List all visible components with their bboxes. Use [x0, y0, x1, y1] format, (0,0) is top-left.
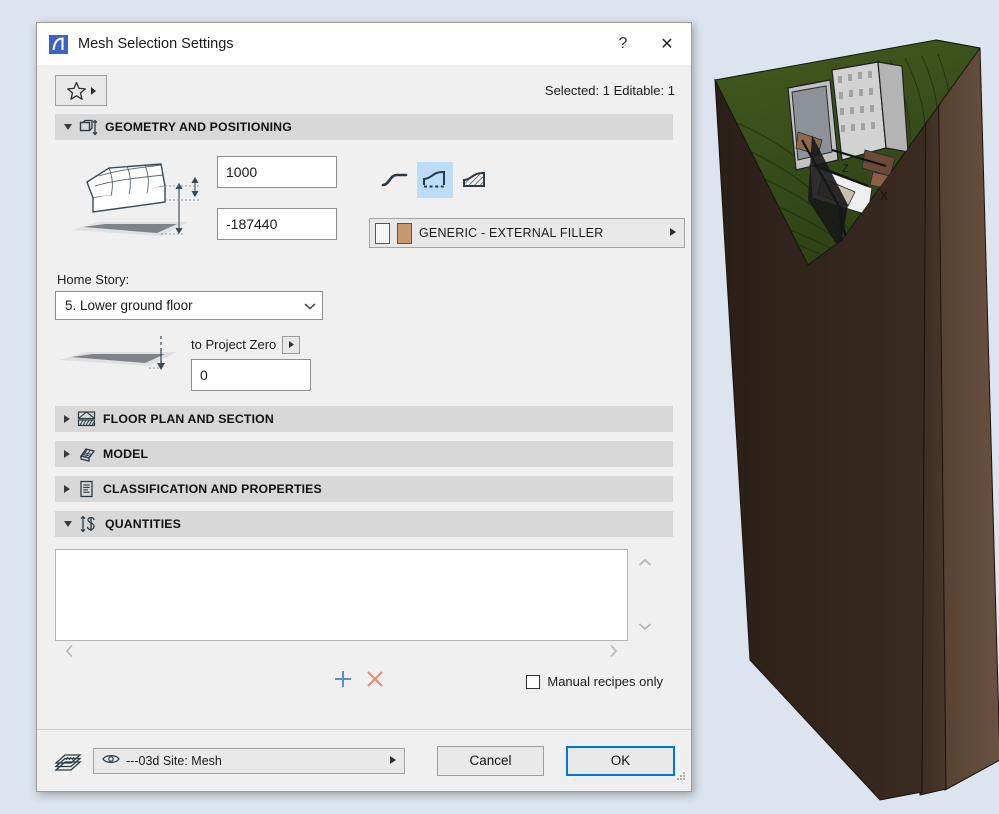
mesh-type-hatched-button[interactable] [457, 162, 493, 198]
chevron-left-icon[interactable] [65, 644, 74, 663]
triangle-down-icon [64, 124, 72, 130]
layers-icon[interactable] [53, 749, 83, 773]
quantities-vertical-scroll[interactable] [628, 549, 662, 641]
section-header-model[interactable]: MODEL [55, 441, 673, 467]
triangle-right-icon [669, 224, 677, 242]
chevron-down-icon [304, 298, 316, 313]
quantities-icon [79, 515, 98, 534]
layer-value: ---03d Site: Mesh [126, 754, 222, 768]
axis-label-x: X [880, 189, 888, 203]
home-story-value: 5. Lower ground floor [65, 298, 193, 313]
dialog-footer: ---03d Site: Mesh Cancel OK [37, 729, 691, 791]
dialog-title: Mesh Selection Settings [78, 36, 601, 52]
home-story-label: Home Story: [57, 272, 345, 287]
material-selector[interactable]: GENERIC - EXTERNAL FILLER [369, 218, 685, 248]
project-zero-row: to Project Zero [55, 334, 345, 392]
manual-recipes-label: Manual recipes only [547, 674, 663, 689]
remove-recipe-button[interactable] [365, 669, 385, 694]
selection-status: Selected: 1 Editable: 1 [545, 83, 675, 98]
material-swatch-pattern [375, 223, 390, 244]
chevron-right-icon[interactable] [609, 644, 618, 663]
triangle-right-icon [64, 485, 70, 493]
material-swatch-fill [397, 223, 412, 244]
mesh-type-toolbar [377, 162, 685, 198]
section-title-quantities: QUANTITIES [105, 517, 181, 531]
model-icon [77, 445, 96, 464]
mesh-thickness-input[interactable] [217, 156, 337, 188]
chevron-right-icon [90, 86, 97, 96]
mesh-selection-settings-dialog: Mesh Selection Settings ? ✕ Selected: 1 … [36, 22, 692, 792]
triangle-right-icon [389, 754, 397, 768]
geometry-positioning-icon [79, 118, 98, 137]
3d-model-scene: X Z [690, 0, 999, 814]
project-zero-label: to Project Zero [191, 337, 276, 352]
axis-label-z: Z [842, 163, 849, 175]
section-title-geometry: GEOMETRY AND POSITIONING [105, 120, 292, 134]
layer-selector[interactable]: ---03d Site: Mesh [93, 748, 405, 774]
help-button[interactable]: ? [601, 24, 645, 65]
geometry-fields [217, 156, 345, 240]
quantities-horizontal-scroll[interactable] [55, 641, 628, 665]
favorites-row: Selected: 1 Editable: 1 [37, 65, 691, 114]
triangle-down-icon [64, 521, 72, 527]
mesh-type-curve-button[interactable] [377, 162, 413, 198]
project-zero-options-button[interactable] [282, 336, 300, 354]
chevron-down-icon[interactable] [638, 618, 652, 636]
home-story-select[interactable]: 5. Lower ground floor [55, 291, 323, 320]
chevron-up-icon[interactable] [638, 554, 652, 572]
section-header-classification[interactable]: CLASSIFICATION AND PROPERTIES [55, 476, 673, 502]
section-title-floor-plan: FLOOR PLAN AND SECTION [103, 412, 274, 426]
favorites-button[interactable] [55, 75, 107, 106]
manual-recipes-row[interactable]: Manual recipes only [526, 674, 673, 689]
material-name: GENERIC - EXTERNAL FILLER [419, 226, 603, 240]
floor-plan-section-icon [77, 410, 96, 429]
quantities-list[interactable] [55, 549, 628, 641]
project-zero-input[interactable] [191, 359, 311, 391]
manual-recipes-checkbox[interactable] [526, 675, 540, 689]
project-zero-diagram [57, 334, 187, 392]
section-header-quantities[interactable]: QUANTITIES [55, 511, 673, 537]
mesh-thickness-diagram [69, 156, 209, 256]
quantities-panel: Manual recipes only [37, 537, 691, 694]
add-recipe-button[interactable] [333, 669, 353, 694]
eye-icon [102, 753, 120, 768]
elevation-input[interactable] [217, 208, 337, 240]
geometry-panel: Home Story: 5. Lower ground floor [37, 140, 691, 392]
3d-model-viewport[interactable]: X Z [690, 0, 999, 814]
triangle-right-icon [64, 415, 70, 423]
section-title-classification: CLASSIFICATION AND PROPERTIES [103, 482, 322, 496]
building-block-main [832, 62, 908, 160]
triangle-right-icon [64, 450, 70, 458]
resize-grip-icon[interactable] [675, 769, 687, 787]
section-header-floor-plan[interactable]: FLOOR PLAN AND SECTION [55, 406, 673, 432]
close-button[interactable]: ✕ [645, 24, 689, 65]
archicad-icon [49, 35, 68, 54]
classification-properties-icon [77, 480, 96, 499]
cancel-button[interactable]: Cancel [437, 746, 544, 776]
section-title-model: MODEL [103, 447, 148, 461]
section-header-geometry[interactable]: GEOMETRY AND POSITIONING [55, 114, 673, 140]
ok-button[interactable]: OK [566, 746, 675, 776]
dialog-titlebar: Mesh Selection Settings ? ✕ [37, 23, 691, 65]
mesh-type-solid-body-button[interactable] [417, 162, 453, 198]
dialog-body: Selected: 1 Editable: 1 GEOMETRY AND POS… [37, 65, 691, 729]
star-icon [66, 81, 87, 101]
quantities-toolbar: Manual recipes only [55, 669, 673, 694]
terrain-slab-right [936, 40, 999, 790]
